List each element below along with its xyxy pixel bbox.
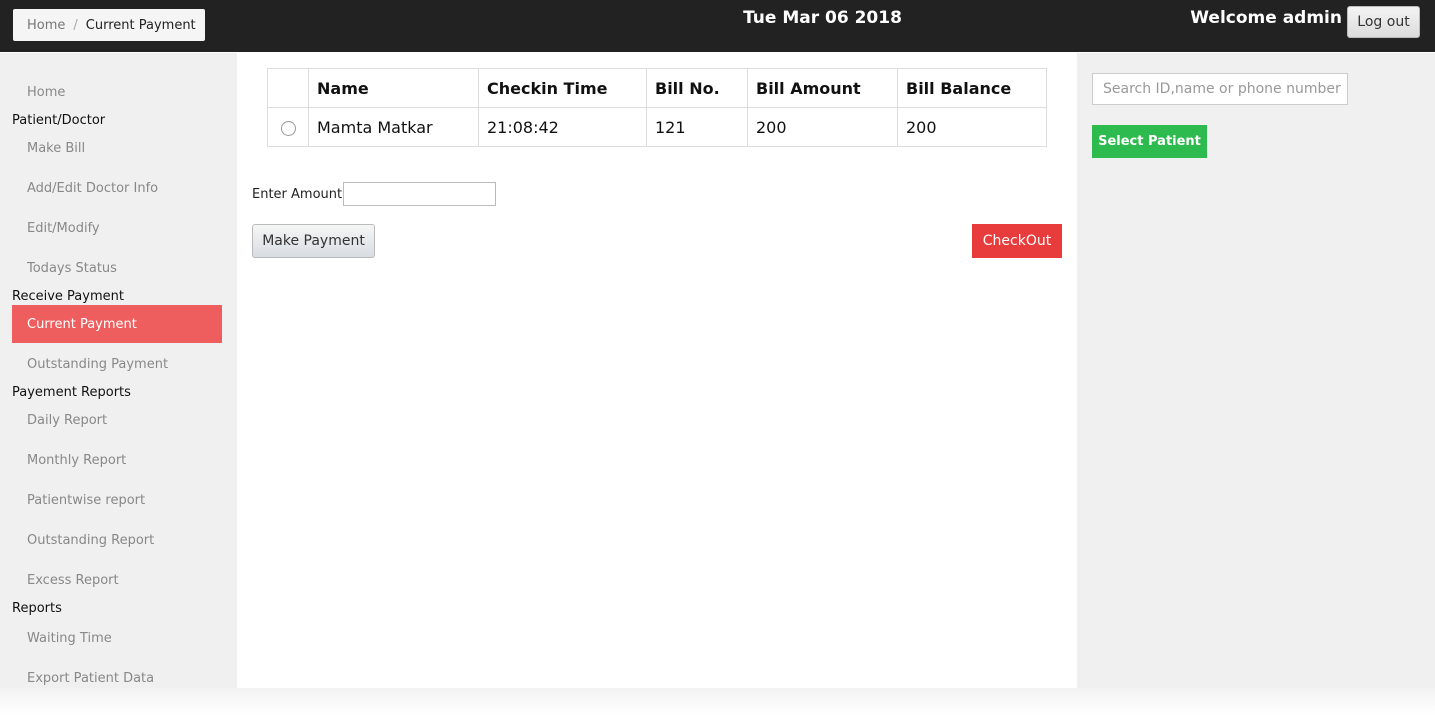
column-header-bill-amount: Bill Amount <box>747 68 898 108</box>
column-header-checkin-time: Checkin Time <box>478 68 647 108</box>
bills-table: Name Checkin Time Bill No. Bill Amount B… <box>267 68 1047 147</box>
select-patient-button[interactable]: Select Patient <box>1092 125 1207 158</box>
patient-search-panel: Select Patient <box>1077 53 1435 688</box>
breadcrumb-home-link[interactable]: Home <box>27 18 65 33</box>
sidebar-item-outstanding-payment[interactable]: Outstanding Payment <box>0 357 237 372</box>
column-header-name: Name <box>308 68 479 108</box>
sidebar-section-payment-reports: Payement Reports <box>12 385 131 400</box>
current-date: Tue Mar 06 2018 <box>743 8 902 28</box>
sidebar-item-monthly-report[interactable]: Monthly Report <box>0 453 237 468</box>
cell-name: Mamta Matkar <box>308 107 479 147</box>
breadcrumb-current: Current Payment <box>85 17 196 33</box>
main-content: Name Checkin Time Bill No. Bill Amount B… <box>237 53 1077 688</box>
make-payment-button[interactable]: Make Payment <box>252 224 375 258</box>
row-select-radio[interactable] <box>280 120 296 136</box>
checkout-button[interactable]: CheckOut <box>972 224 1062 258</box>
sidebar-item-daily-report[interactable]: Daily Report <box>0 413 237 428</box>
sidebar-item-export-patient-data[interactable]: Export Patient Data <box>0 671 237 686</box>
amount-input[interactable] <box>343 182 496 206</box>
patient-search-input[interactable] <box>1092 73 1348 105</box>
column-header-select <box>267 68 309 108</box>
sidebar-item-home[interactable]: Home <box>0 85 237 100</box>
table-row[interactable]: Mamta Matkar 21:08:42 121 200 200 <box>267 107 1047 147</box>
logout-button[interactable]: Log out <box>1347 6 1420 38</box>
cell-bill-balance: 200 <box>897 107 1047 147</box>
cell-checkin-time: 21:08:42 <box>478 107 647 147</box>
column-header-bill-no: Bill No. <box>646 68 748 108</box>
sidebar-section-patient-doctor: Patient/Doctor <box>12 113 106 128</box>
sidebar-section-reports: Reports <box>12 601 62 616</box>
sidebar-item-todays-status[interactable]: Todays Status <box>0 261 237 276</box>
sidebar-item-excess-report[interactable]: Excess Report <box>0 573 237 588</box>
welcome-text: Welcome admin <box>1190 8 1342 28</box>
sidebar: Home Patient/Doctor Make Bill Add/Edit D… <box>0 53 237 688</box>
sidebar-item-waiting-time[interactable]: Waiting Time <box>0 631 237 646</box>
sidebar-item-patientwise-report[interactable]: Patientwise report <box>0 493 237 508</box>
cell-bill-amount: 200 <box>747 107 898 147</box>
sidebar-item-edit-modify[interactable]: Edit/Modify <box>0 221 237 236</box>
sidebar-section-receive-payment: Receive Payment <box>12 289 124 304</box>
column-header-bill-balance: Bill Balance <box>897 68 1047 108</box>
top-bar: Home / Current Payment Tue Mar 06 2018 W… <box>0 0 1435 52</box>
breadcrumb-separator: / <box>73 17 78 33</box>
cell-bill-no: 121 <box>646 107 748 147</box>
breadcrumb: Home / Current Payment <box>13 9 205 41</box>
sidebar-item-add-edit-doctor-info[interactable]: Add/Edit Doctor Info <box>0 181 237 196</box>
sidebar-item-make-bill[interactable]: Make Bill <box>0 141 237 156</box>
table-header-row: Name Checkin Time Bill No. Bill Amount B… <box>267 68 1047 108</box>
sidebar-item-outstanding-report[interactable]: Outstanding Report <box>0 533 237 548</box>
row-select-cell <box>267 107 309 147</box>
page-footer-strip <box>0 688 1435 715</box>
sidebar-item-current-payment[interactable]: Current Payment <box>12 305 222 343</box>
amount-label: Enter Amount: <box>252 187 347 202</box>
